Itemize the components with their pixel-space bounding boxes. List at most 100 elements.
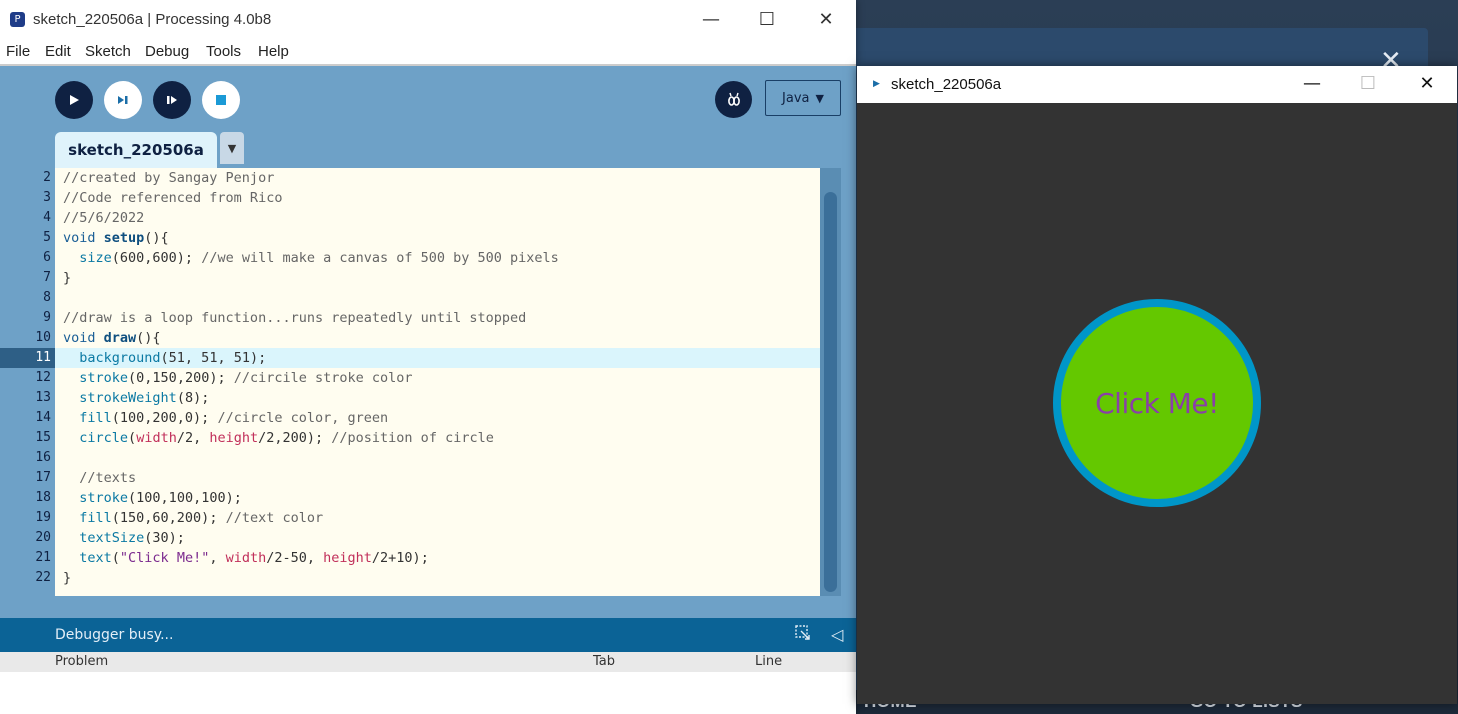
line-number[interactable]: 11 (0, 348, 55, 368)
line-number[interactable]: 17 (0, 468, 55, 488)
close-icon[interactable]: ✕ (811, 8, 841, 32)
code-line[interactable]: } (55, 568, 820, 588)
code-line[interactable]: //draw is a loop function...runs repeate… (55, 308, 820, 328)
problem-column-header[interactable]: Problem (55, 654, 108, 669)
code-token: "Click Me!" (119, 550, 210, 566)
line-number[interactable]: 15 (0, 428, 55, 448)
code-line[interactable]: //texts (55, 468, 820, 488)
code-token: (100,200,0); (111, 410, 218, 426)
code-token: (8); (176, 390, 210, 406)
play-icon (70, 95, 79, 105)
editor-console-divider[interactable] (0, 596, 856, 618)
code-line[interactable]: stroke(100,100,100); (55, 488, 820, 508)
collapse-console-icon[interactable]: ◁ (831, 625, 843, 644)
code-line[interactable]: circle(width/2, height/2,200); //positio… (55, 428, 820, 448)
tab-sketch[interactable]: sketch_220506a (55, 132, 217, 168)
code-line[interactable]: textSize(30); (55, 528, 820, 548)
code-line[interactable]: void draw(){ (55, 328, 820, 348)
mode-selector[interactable]: Java ▼ (765, 80, 841, 116)
line-number[interactable]: 19 (0, 508, 55, 528)
code-token: height (209, 430, 259, 446)
code-line[interactable]: stroke(0,150,200); //circile stroke colo… (55, 368, 820, 388)
sketch-window-title: sketch_220506a (891, 76, 1002, 93)
stop-button[interactable] (202, 81, 240, 119)
stop-icon (216, 95, 226, 105)
code-line[interactable]: text("Click Me!", width/2-50, height/2+1… (55, 548, 820, 568)
line-number[interactable]: 8 (0, 288, 55, 308)
code-line[interactable]: background(51, 51, 51); (55, 348, 820, 368)
variable-inspector-icon[interactable] (794, 624, 812, 646)
line-number[interactable]: 21 (0, 548, 55, 568)
line-number[interactable]: 6 (0, 248, 55, 268)
line-number[interactable]: 13 (0, 388, 55, 408)
code-line[interactable]: fill(100,200,0); //circle color, green (55, 408, 820, 428)
code-token: draw (103, 330, 137, 346)
menu-edit[interactable]: Edit (45, 43, 71, 60)
line-number[interactable]: 14 (0, 408, 55, 428)
maximize-icon[interactable]: ☐ (752, 8, 782, 32)
continue-button[interactable] (153, 81, 191, 119)
line-number[interactable]: 18 (0, 488, 55, 508)
code-token: setup (103, 230, 145, 246)
sketch-canvas[interactable]: Click Me! (857, 103, 1457, 704)
sketch-close-icon[interactable]: ✕ (1412, 72, 1442, 96)
code-token: (){ (144, 230, 169, 246)
code-token: //text color (225, 510, 324, 526)
menu-help[interactable]: Help (258, 43, 289, 60)
code-line[interactable]: fill(150,60,200); //text color (55, 508, 820, 528)
code-area[interactable]: //created by Sangay Penjor //Code referen… (55, 168, 820, 596)
code-line[interactable]: //created by Sangay Penjor (55, 168, 820, 188)
menu-file[interactable]: File (6, 43, 30, 60)
minimize-icon[interactable]: — (696, 8, 726, 32)
code-token: (150,60,200); (111, 510, 226, 526)
line-number[interactable]: 5 (0, 228, 55, 248)
code-token: (51, 51, 51); (160, 350, 267, 366)
code-line[interactable]: strokeWeight(8); (55, 388, 820, 408)
code-token: } (63, 270, 72, 286)
code-line[interactable]: //Code referenced from Rico (55, 188, 820, 208)
line-number[interactable]: 16 (0, 448, 55, 468)
code-line[interactable] (55, 288, 820, 308)
sketch-minimize-icon[interactable]: — (1297, 72, 1327, 96)
code-token: void (63, 230, 104, 246)
code-token: , (209, 550, 226, 566)
line-number[interactable]: 9 (0, 308, 55, 328)
debugger-toggle-button[interactable] (715, 81, 752, 118)
line-number[interactable]: 20 (0, 528, 55, 548)
code-token: background (79, 350, 161, 366)
menu-sketch[interactable]: Sketch (85, 43, 131, 60)
code-line[interactable]: void setup(){ (55, 228, 820, 248)
menu-debug[interactable]: Debug (145, 43, 189, 60)
step-icon (118, 96, 128, 104)
bug-icon (727, 92, 740, 106)
menu-tools[interactable]: Tools (206, 43, 241, 60)
line-number[interactable]: 3 (0, 188, 55, 208)
line-number[interactable]: 22 (0, 568, 55, 588)
line-number[interactable]: 10 (0, 328, 55, 348)
editor-scrollbar-thumb[interactable] (824, 192, 837, 592)
code-line[interactable]: } (55, 268, 820, 288)
code-line[interactable]: size(600,600); //we will make a canvas o… (55, 248, 820, 268)
code-editor[interactable]: 2 3 4 5 6 7 8 9 10 11 12 13 14 15 16 17 18 19 20 21 22 //cre… (0, 168, 856, 596)
status-bar: Debugger busy... ◁ (0, 618, 856, 652)
step-button[interactable] (104, 81, 142, 119)
line-column-header[interactable]: Line (755, 654, 782, 669)
line-number[interactable]: 12 (0, 368, 55, 388)
code-token: (0,150,200); (128, 370, 234, 386)
code-token: (){ (136, 330, 161, 346)
click-me-button[interactable]: Click Me! (1053, 299, 1261, 507)
run-button[interactable] (55, 81, 93, 119)
code-line[interactable] (55, 448, 820, 468)
code-line[interactable]: //5/6/2022 (55, 208, 820, 228)
code-token: /2+10); (371, 550, 429, 566)
line-number[interactable]: 2 (0, 168, 55, 188)
line-number[interactable]: 4 (0, 208, 55, 228)
code-token: width (136, 430, 177, 446)
tab-menu-chevron-icon[interactable]: ▼ (220, 132, 244, 164)
line-number-gutter[interactable]: 2 3 4 5 6 7 8 9 10 11 12 13 14 15 16 17 18 19 20 21 22 (0, 168, 55, 596)
line-number[interactable]: 7 (0, 268, 55, 288)
tab-column-header[interactable]: Tab (593, 654, 615, 669)
